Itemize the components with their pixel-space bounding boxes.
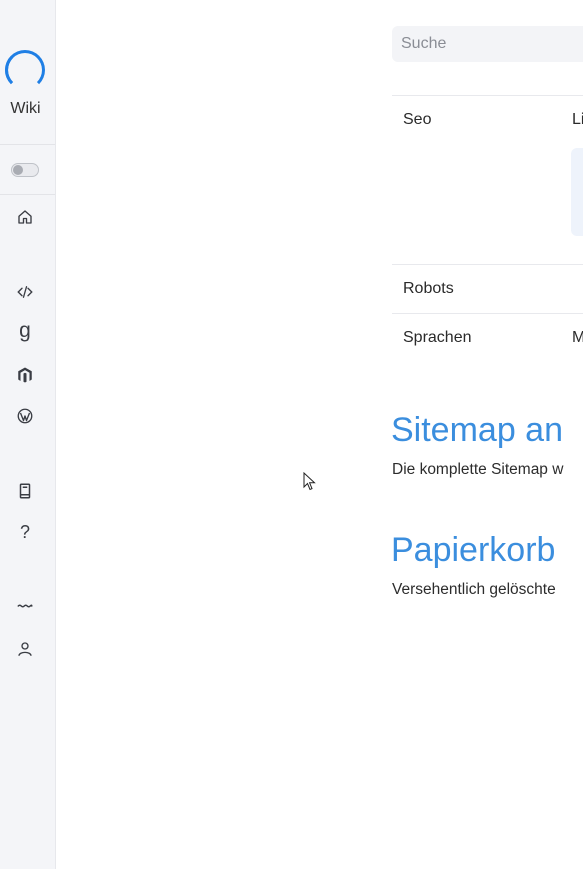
sidebar-divider: [0, 144, 55, 145]
table-divider: [392, 313, 583, 314]
table-row-label: Robots: [403, 280, 454, 297]
code-icon[interactable]: [14, 281, 36, 303]
book-icon[interactable]: [14, 480, 36, 502]
logo-text[interactable]: Wiki: [0, 100, 51, 118]
toggle-knob: [13, 165, 23, 175]
sidebar: Wiki g ?: [0, 0, 56, 869]
mouse-cursor-icon: [303, 472, 316, 491]
g-icon[interactable]: g: [14, 319, 36, 342]
section-text: Versehentlich gelöschte: [392, 581, 556, 598]
search-input[interactable]: [392, 26, 583, 62]
table-row-value: Li: [572, 111, 583, 128]
table-row-label: Sprachen: [403, 329, 472, 346]
home-icon[interactable]: [14, 206, 36, 228]
section-title: Papierkorb: [391, 531, 556, 569]
sidebar-divider: [0, 194, 55, 195]
user-icon[interactable]: [14, 638, 36, 660]
theme-toggle[interactable]: [11, 163, 39, 177]
section-title: Sitemap an: [391, 411, 563, 449]
wordpress-icon[interactable]: [14, 405, 36, 427]
table-row-label: Seo: [403, 111, 432, 128]
table-row-value: M: [572, 329, 583, 346]
table-divider: [392, 264, 583, 265]
wave-icon[interactable]: [14, 595, 36, 617]
code-box: [571, 148, 583, 236]
table-divider: [392, 95, 583, 96]
logo-icon[interactable]: [5, 50, 45, 90]
help-icon[interactable]: ?: [14, 521, 36, 543]
magento-icon[interactable]: [14, 364, 36, 386]
section-text: Die komplette Sitemap w: [392, 461, 564, 478]
